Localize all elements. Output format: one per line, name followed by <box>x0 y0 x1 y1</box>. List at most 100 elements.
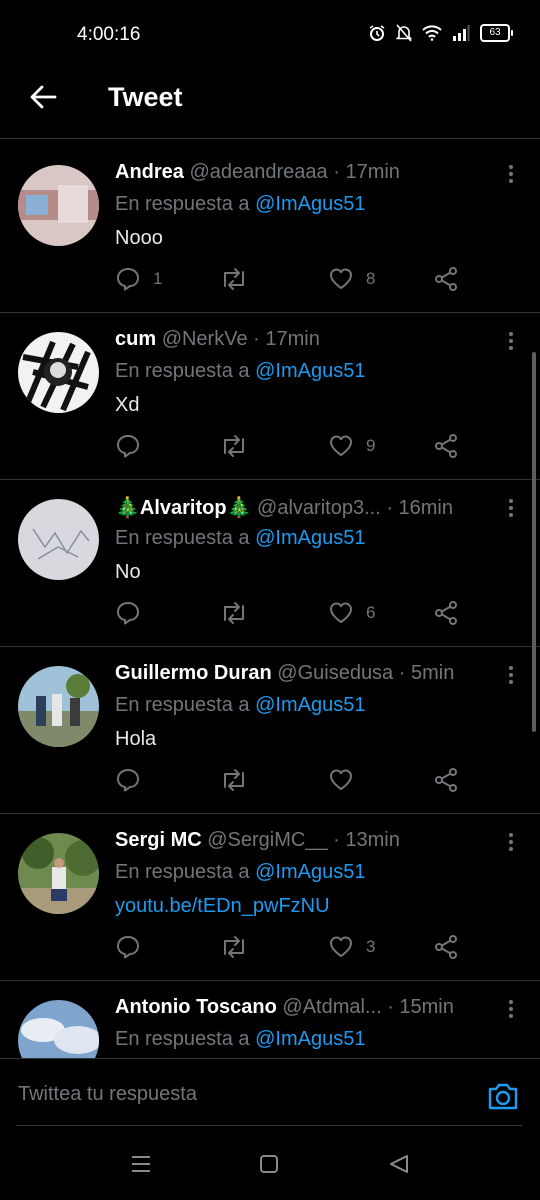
mention-link[interactable]: @ImAgus51 <box>255 193 365 215</box>
author-name[interactable]: 🎄Alvaritop🎄 <box>115 497 251 519</box>
author-name[interactable]: Andrea <box>115 161 184 183</box>
tweet-time: · 17min <box>253 328 320 350</box>
heart-icon <box>330 602 352 623</box>
scrollbar[interactable] <box>532 352 536 732</box>
camera-icon[interactable] <box>486 1079 520 1113</box>
like-button[interactable]: 6 <box>328 600 375 626</box>
avatar[interactable] <box>18 499 99 580</box>
author-handle[interactable]: @alvaritop3... <box>257 497 381 519</box>
mention-link[interactable]: @ImAgus51 <box>255 861 365 883</box>
retweet-button[interactable] <box>219 767 249 793</box>
tweet-time: · 13min <box>333 829 400 851</box>
back-arrow-icon[interactable] <box>28 82 58 112</box>
share-icon <box>435 267 457 291</box>
signal-icon <box>453 25 470 41</box>
share-button[interactable] <box>433 767 459 793</box>
tweet-item[interactable]: Antonio Toscano @Atdmal... · 15min En re… <box>0 981 540 1058</box>
like-button[interactable]: 9 <box>328 433 375 459</box>
tweet-header: Antonio Toscano @Atdmal... · 15min <box>115 996 495 1019</box>
author-handle[interactable]: @Guisedusa <box>277 662 393 684</box>
reply-context: En respuesta a @ImAgus51 <box>115 861 365 884</box>
tweet-text: No <box>115 561 141 583</box>
avatar[interactable] <box>18 332 99 413</box>
reply-button[interactable] <box>115 767 153 793</box>
home-icon[interactable] <box>259 1154 279 1174</box>
like-button[interactable] <box>328 767 366 793</box>
status-icons: 63 <box>368 24 513 42</box>
reply-button[interactable] <box>115 934 153 960</box>
avatar[interactable] <box>18 1000 99 1058</box>
reply-input[interactable]: Twittea tu respuesta <box>18 1083 197 1106</box>
reply-button[interactable] <box>115 433 153 459</box>
tweet-header: cum @NerkVe · 17min <box>115 328 495 351</box>
author-name[interactable]: cum <box>115 328 156 350</box>
reply-button[interactable] <box>115 600 153 626</box>
back-icon[interactable] <box>388 1154 410 1174</box>
share-button[interactable] <box>433 266 459 292</box>
more-options-icon[interactable] <box>506 498 516 518</box>
author-handle[interactable]: @adeandreaaa <box>189 161 327 183</box>
share-button[interactable] <box>433 934 459 960</box>
status-time: 4:00:16 <box>77 24 141 45</box>
replies-feed[interactable]: Andrea @adeandreaaa · 17min En respuesta… <box>0 146 540 1058</box>
like-button[interactable]: 8 <box>328 266 375 292</box>
heart-icon <box>330 769 352 790</box>
reply-icon <box>117 936 139 959</box>
tweet-item[interactable]: Sergi MC @SergiMC__ · 13min En respuesta… <box>0 814 540 981</box>
more-options-icon[interactable] <box>506 331 516 351</box>
reply-icon <box>117 268 139 291</box>
mention-link[interactable]: @ImAgus51 <box>255 694 365 716</box>
reply-count: 1 <box>153 269 163 288</box>
heart-icon <box>330 435 352 456</box>
tweet-actions: 3 <box>115 934 475 966</box>
tweet-item[interactable]: 🎄Alvaritop🎄 @alvaritop3... · 16min En re… <box>0 480 540 647</box>
avatar[interactable] <box>18 666 99 747</box>
reply-prefix: En respuesta a <box>115 1028 250 1050</box>
tweet-time: · 17min <box>333 161 400 183</box>
alarm-icon <box>369 25 385 41</box>
retweet-button[interactable] <box>219 433 249 459</box>
tweet-link[interactable]: youtu.be/tEDn_pwFzNU <box>115 895 330 918</box>
mention-link[interactable]: @ImAgus51 <box>255 527 365 549</box>
avatar[interactable] <box>18 833 99 914</box>
tweet-item[interactable]: Guillermo Duran @Guisedusa · 5min En res… <box>0 647 540 814</box>
tweet-time: · 16min <box>386 497 454 519</box>
menu-icon[interactable] <box>130 1154 152 1174</box>
reply-composer[interactable]: Twittea tu respuesta <box>0 1058 540 1129</box>
tweet-actions <box>115 767 475 799</box>
more-options-icon[interactable] <box>506 164 516 184</box>
mention-link[interactable]: @ImAgus51 <box>255 360 365 382</box>
retweet-button[interactable] <box>219 934 249 960</box>
tweet-text: Nooo <box>115 227 163 249</box>
reply-context: En respuesta a @ImAgus51 <box>115 193 365 216</box>
author-name[interactable]: Sergi MC <box>115 829 202 851</box>
more-options-icon[interactable] <box>506 832 516 852</box>
tweet-item[interactable]: Andrea @adeandreaaa · 17min En respuesta… <box>0 146 540 313</box>
author-handle[interactable]: @NerkVe <box>162 328 248 350</box>
tweet-text: Xd <box>115 394 140 416</box>
more-options-icon[interactable] <box>506 999 516 1019</box>
mute-bell-icon <box>396 24 412 42</box>
top-app-bar: Tweet <box>0 70 540 139</box>
author-handle[interactable]: @SergiMC__ <box>207 829 327 851</box>
share-icon <box>435 434 457 458</box>
reply-prefix: En respuesta a <box>115 193 250 215</box>
mention-link[interactable]: @ImAgus51 <box>255 1028 365 1050</box>
heart-icon <box>330 268 352 289</box>
tweet-header: Andrea @adeandreaaa · 17min <box>115 161 495 184</box>
like-button[interactable]: 3 <box>328 934 375 960</box>
tweet-item[interactable]: cum @NerkVe · 17min En respuesta a @ImAg… <box>0 313 540 480</box>
share-button[interactable] <box>433 433 459 459</box>
tweet-actions: 6 <box>115 600 475 632</box>
more-options-icon[interactable] <box>506 665 516 685</box>
share-button[interactable] <box>433 600 459 626</box>
author-name[interactable]: Guillermo Duran <box>115 662 272 684</box>
reply-icon <box>117 769 139 792</box>
avatar[interactable] <box>18 165 99 246</box>
retweet-button[interactable] <box>219 266 249 292</box>
tweet-actions: 9 <box>115 433 475 465</box>
retweet-button[interactable] <box>219 600 249 626</box>
author-name[interactable]: Antonio Toscano <box>115 996 277 1018</box>
reply-button[interactable]: 1 <box>115 266 162 292</box>
author-handle[interactable]: @Atdmal... <box>282 996 381 1018</box>
